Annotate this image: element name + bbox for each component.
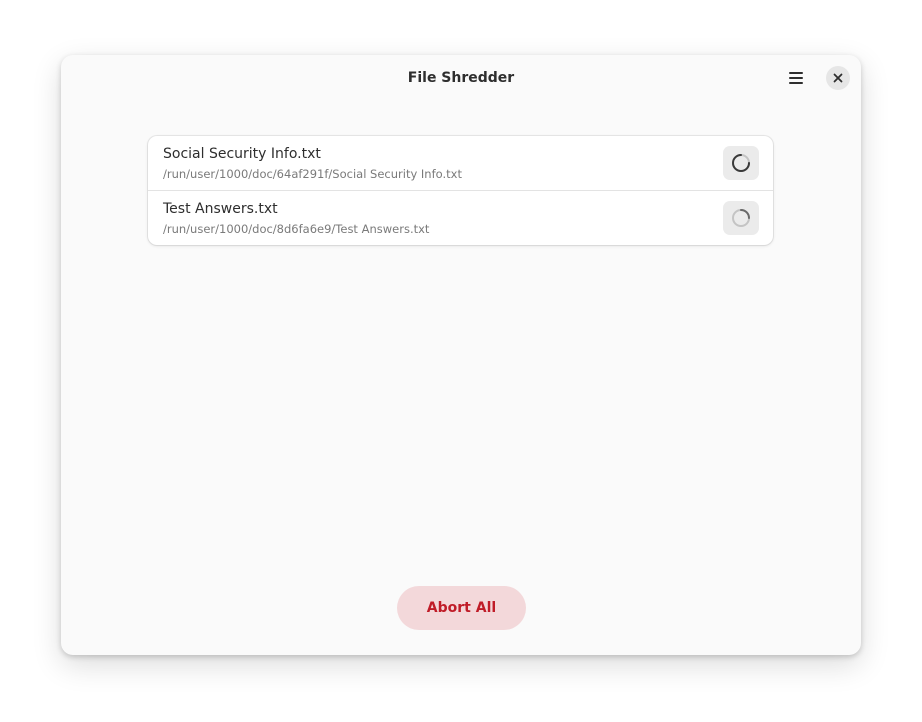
- close-icon: [833, 73, 843, 83]
- hamburger-menu-icon: [789, 72, 803, 84]
- file-name: Test Answers.txt: [163, 201, 278, 217]
- close-button[interactable]: [826, 66, 850, 90]
- file-path: /run/user/1000/doc/64af291f/Social Secur…: [163, 167, 462, 181]
- file-name: Social Security Info.txt: [163, 146, 321, 162]
- window-title: File Shredder: [407, 70, 515, 86]
- file-status-button[interactable]: [723, 146, 759, 180]
- file-list: Social Security Info.txt /run/user/1000/…: [148, 136, 773, 245]
- main-menu-button[interactable]: [779, 65, 813, 91]
- header-bar: File Shredder: [61, 55, 861, 101]
- app-window: File Shredder Social Security Info.txt /…: [61, 55, 861, 655]
- file-row: Social Security Info.txt /run/user/1000/…: [148, 136, 773, 190]
- abort-all-button[interactable]: Abort All: [397, 586, 526, 630]
- spinner-icon: [732, 154, 750, 172]
- file-status-button[interactable]: [723, 201, 759, 235]
- file-path: /run/user/1000/doc/8d6fa6e9/Test Answers…: [163, 222, 430, 236]
- spinner-icon: [732, 209, 750, 227]
- file-row: Test Answers.txt /run/user/1000/doc/8d6f…: [148, 190, 773, 245]
